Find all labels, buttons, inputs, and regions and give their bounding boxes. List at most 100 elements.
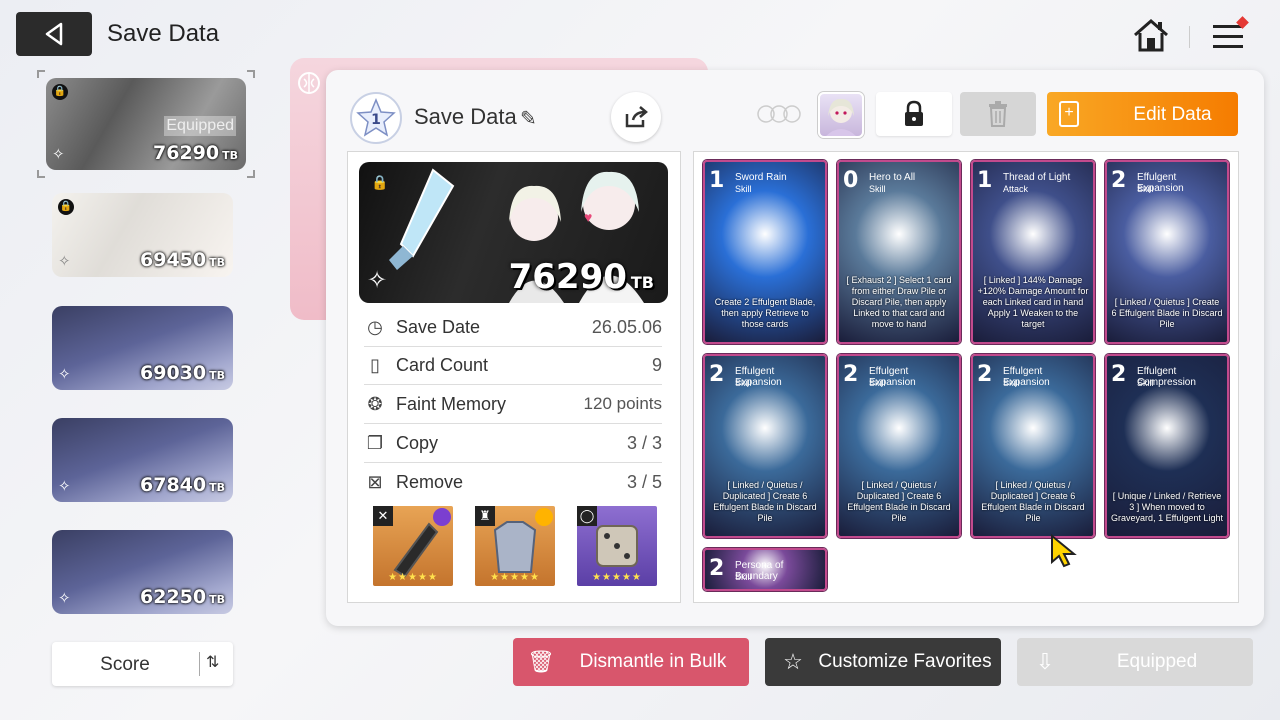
- remove-icon: ⊠: [367, 472, 383, 492]
- card-description: [ Linked / Quietus / Duplicated ] Create…: [981, 480, 1085, 523]
- equip-download-icon: ⇩: [1035, 649, 1055, 674]
- equipment-armor[interactable]: ♜ ★★★★★: [475, 506, 555, 586]
- card-cost: 2: [977, 362, 993, 387]
- home-button[interactable]: [1130, 16, 1172, 56]
- emblem-icon: ✧: [58, 478, 71, 495]
- save-slot-5[interactable]: ✧ 62250 TB: [52, 530, 233, 614]
- card-cost: 2: [709, 362, 725, 387]
- share-button[interactable]: [611, 92, 661, 142]
- sort-order-icon[interactable]: ⇅: [199, 652, 225, 676]
- save-banner: ♥ 🔒 ✧ 76290 TB: [359, 162, 668, 303]
- character-portrait[interactable]: [818, 92, 864, 138]
- slot-score: 69030 TB: [140, 362, 225, 384]
- deck-card[interactable]: 2 Persona of Boundary Skill: [703, 548, 827, 591]
- edit-data-button[interactable]: + Edit Data: [1047, 92, 1238, 136]
- deck-card[interactable]: 2 Effulgent Compression Skill[ Unique / Li…: [1105, 354, 1229, 538]
- save-slot-4[interactable]: ✧ 67840 TB: [52, 418, 233, 502]
- menu-icon: [1213, 16, 1249, 48]
- card-description: [ Linked ] 144% Damage +120% Damage Amou…: [977, 275, 1089, 329]
- clock-icon: ◷: [367, 316, 383, 337]
- card-cost: 2: [1111, 362, 1127, 387]
- card-description: [ Unique / Linked / Retrieve 3 ] When mo…: [1111, 491, 1223, 523]
- save-name: Save Data: [414, 104, 517, 129]
- svg-text:1: 1: [371, 112, 381, 128]
- card-type: Skill: [1137, 184, 1154, 194]
- dismantle-label: Dismantle in Bulk: [579, 651, 727, 672]
- card-description: Create 2 Effulgent Blade, then apply Ret…: [714, 297, 816, 329]
- card-description: [ Linked / Quietus / Duplicated ] Create…: [847, 480, 951, 523]
- card-type: Skill: [735, 572, 752, 582]
- slot-score: 62250 TB: [140, 586, 225, 608]
- side-decoration: [296, 70, 322, 310]
- dismantle-in-bulk-button[interactable]: 🗑 Dismantle in Bulk: [513, 638, 749, 686]
- card-icon: ▯: [370, 354, 380, 375]
- stat-label: Card Count: [396, 354, 489, 375]
- sort-selector[interactable]: Score ⇅: [52, 642, 233, 686]
- stat-save-date: ◷ Save Date 26.05.06: [364, 308, 662, 347]
- card-cost: 1: [709, 168, 725, 193]
- menu-button[interactable]: [1208, 16, 1250, 56]
- deck-card[interactable]: 2 Effulgent Expansion Skill[ Linked / Quie…: [971, 354, 1095, 538]
- card-name: Hero to All: [869, 172, 916, 183]
- lock-icon: [905, 100, 923, 126]
- deck-card[interactable]: 1 Thread of Light Attack [ Linked ] 144% Da…: [971, 160, 1095, 344]
- lock-icon: 🔒: [58, 199, 74, 215]
- lock-icon: 🔒: [371, 174, 389, 190]
- slot-score: 76290 TB: [153, 142, 238, 164]
- stat-value: 9: [651, 354, 662, 375]
- deck-card[interactable]: 0 Hero to All Skill [ Exhaust 2 ] Select 1 …: [837, 160, 961, 344]
- customize-favorites-button[interactable]: ☆ Customize Favorites: [765, 638, 1001, 686]
- equipment-accessory[interactable]: ◯ ★★★★★: [577, 506, 657, 586]
- trash-icon: 🗑: [527, 649, 555, 674]
- stat-label: Faint Memory: [396, 393, 507, 414]
- save-slot-1[interactable]: 🔒 Equipped ✧ 76290 TB: [46, 78, 246, 170]
- edit-data-label: Edit Data: [1133, 104, 1212, 125]
- deck-card[interactable]: 2 Effulgent Expansion Skill[ Linked / Quie…: [1105, 160, 1229, 344]
- lock-button[interactable]: [876, 92, 952, 136]
- page-title: Save Data: [107, 20, 220, 47]
- card-type: Attack: [1003, 184, 1029, 194]
- stat-remove: ⊠ Remove 3 / 5: [364, 463, 662, 502]
- card-cost: 2: [843, 362, 859, 387]
- stat-faint-memory: ❂ Faint Memory 120 points: [364, 385, 662, 424]
- deck-card[interactable]: 1 Sword Rain Skill Create 2 Effulgent Blade…: [703, 160, 827, 344]
- rank-badge: 1: [350, 92, 402, 144]
- save-slot-2[interactable]: 🔒 ✧ 69450 TB: [52, 193, 233, 277]
- lock-icon: 🔒: [52, 84, 68, 100]
- card-type: Skill: [1137, 378, 1154, 388]
- emblem-icon: ✧: [58, 590, 71, 607]
- card-cost: 2: [1111, 168, 1127, 193]
- stat-label: Save Date: [396, 316, 481, 337]
- stat-label: Copy: [396, 432, 439, 453]
- card-description: [ Exhaust 2 ] Select 1 card from either …: [846, 275, 952, 329]
- deck-card[interactable]: 2 Effulgent Expansion Skill[ Linked / Quie…: [703, 354, 827, 538]
- save-slot-3[interactable]: ✧ 69030 TB: [52, 306, 233, 390]
- sort-label: Score: [100, 654, 150, 675]
- stat-label: Remove: [396, 472, 464, 492]
- rings-decoration: [757, 105, 801, 123]
- edit-card-icon: +: [1059, 101, 1079, 127]
- star-rating-icon: ★★★★★: [490, 572, 540, 583]
- deck-card[interactable]: 2 Effulgent Expansion Skill[ Linked / Quie…: [837, 354, 961, 538]
- back-button[interactable]: [16, 12, 92, 56]
- stat-card-count: ▯ Card Count 9: [364, 346, 662, 385]
- trash-icon: [989, 101, 1007, 127]
- star-edit-icon: ☆: [783, 649, 803, 674]
- cursor-icon: [1051, 534, 1077, 568]
- svg-text:♥: ♥: [584, 209, 592, 225]
- card-type: Skill: [735, 184, 752, 194]
- card-name: Sword Rain: [735, 172, 787, 183]
- save-score: 76290 TB: [508, 257, 654, 297]
- header-divider: [1189, 26, 1190, 48]
- stat-value: 3 / 3: [626, 432, 662, 453]
- card-type: Skill: [735, 378, 752, 388]
- equipment-weapon[interactable]: ✕ ★★★★★: [373, 506, 453, 586]
- card-type: Skill: [869, 184, 886, 194]
- stat-value: 3 / 5: [626, 472, 662, 492]
- share-icon: [625, 106, 648, 128]
- equipped-button: ⇩ Equipped: [1017, 638, 1253, 686]
- delete-button[interactable]: [960, 92, 1036, 136]
- emblem-icon: ✧: [367, 267, 388, 294]
- brain-icon: ❂: [367, 393, 383, 414]
- rename-pencil-icon[interactable]: ✎: [520, 106, 537, 131]
